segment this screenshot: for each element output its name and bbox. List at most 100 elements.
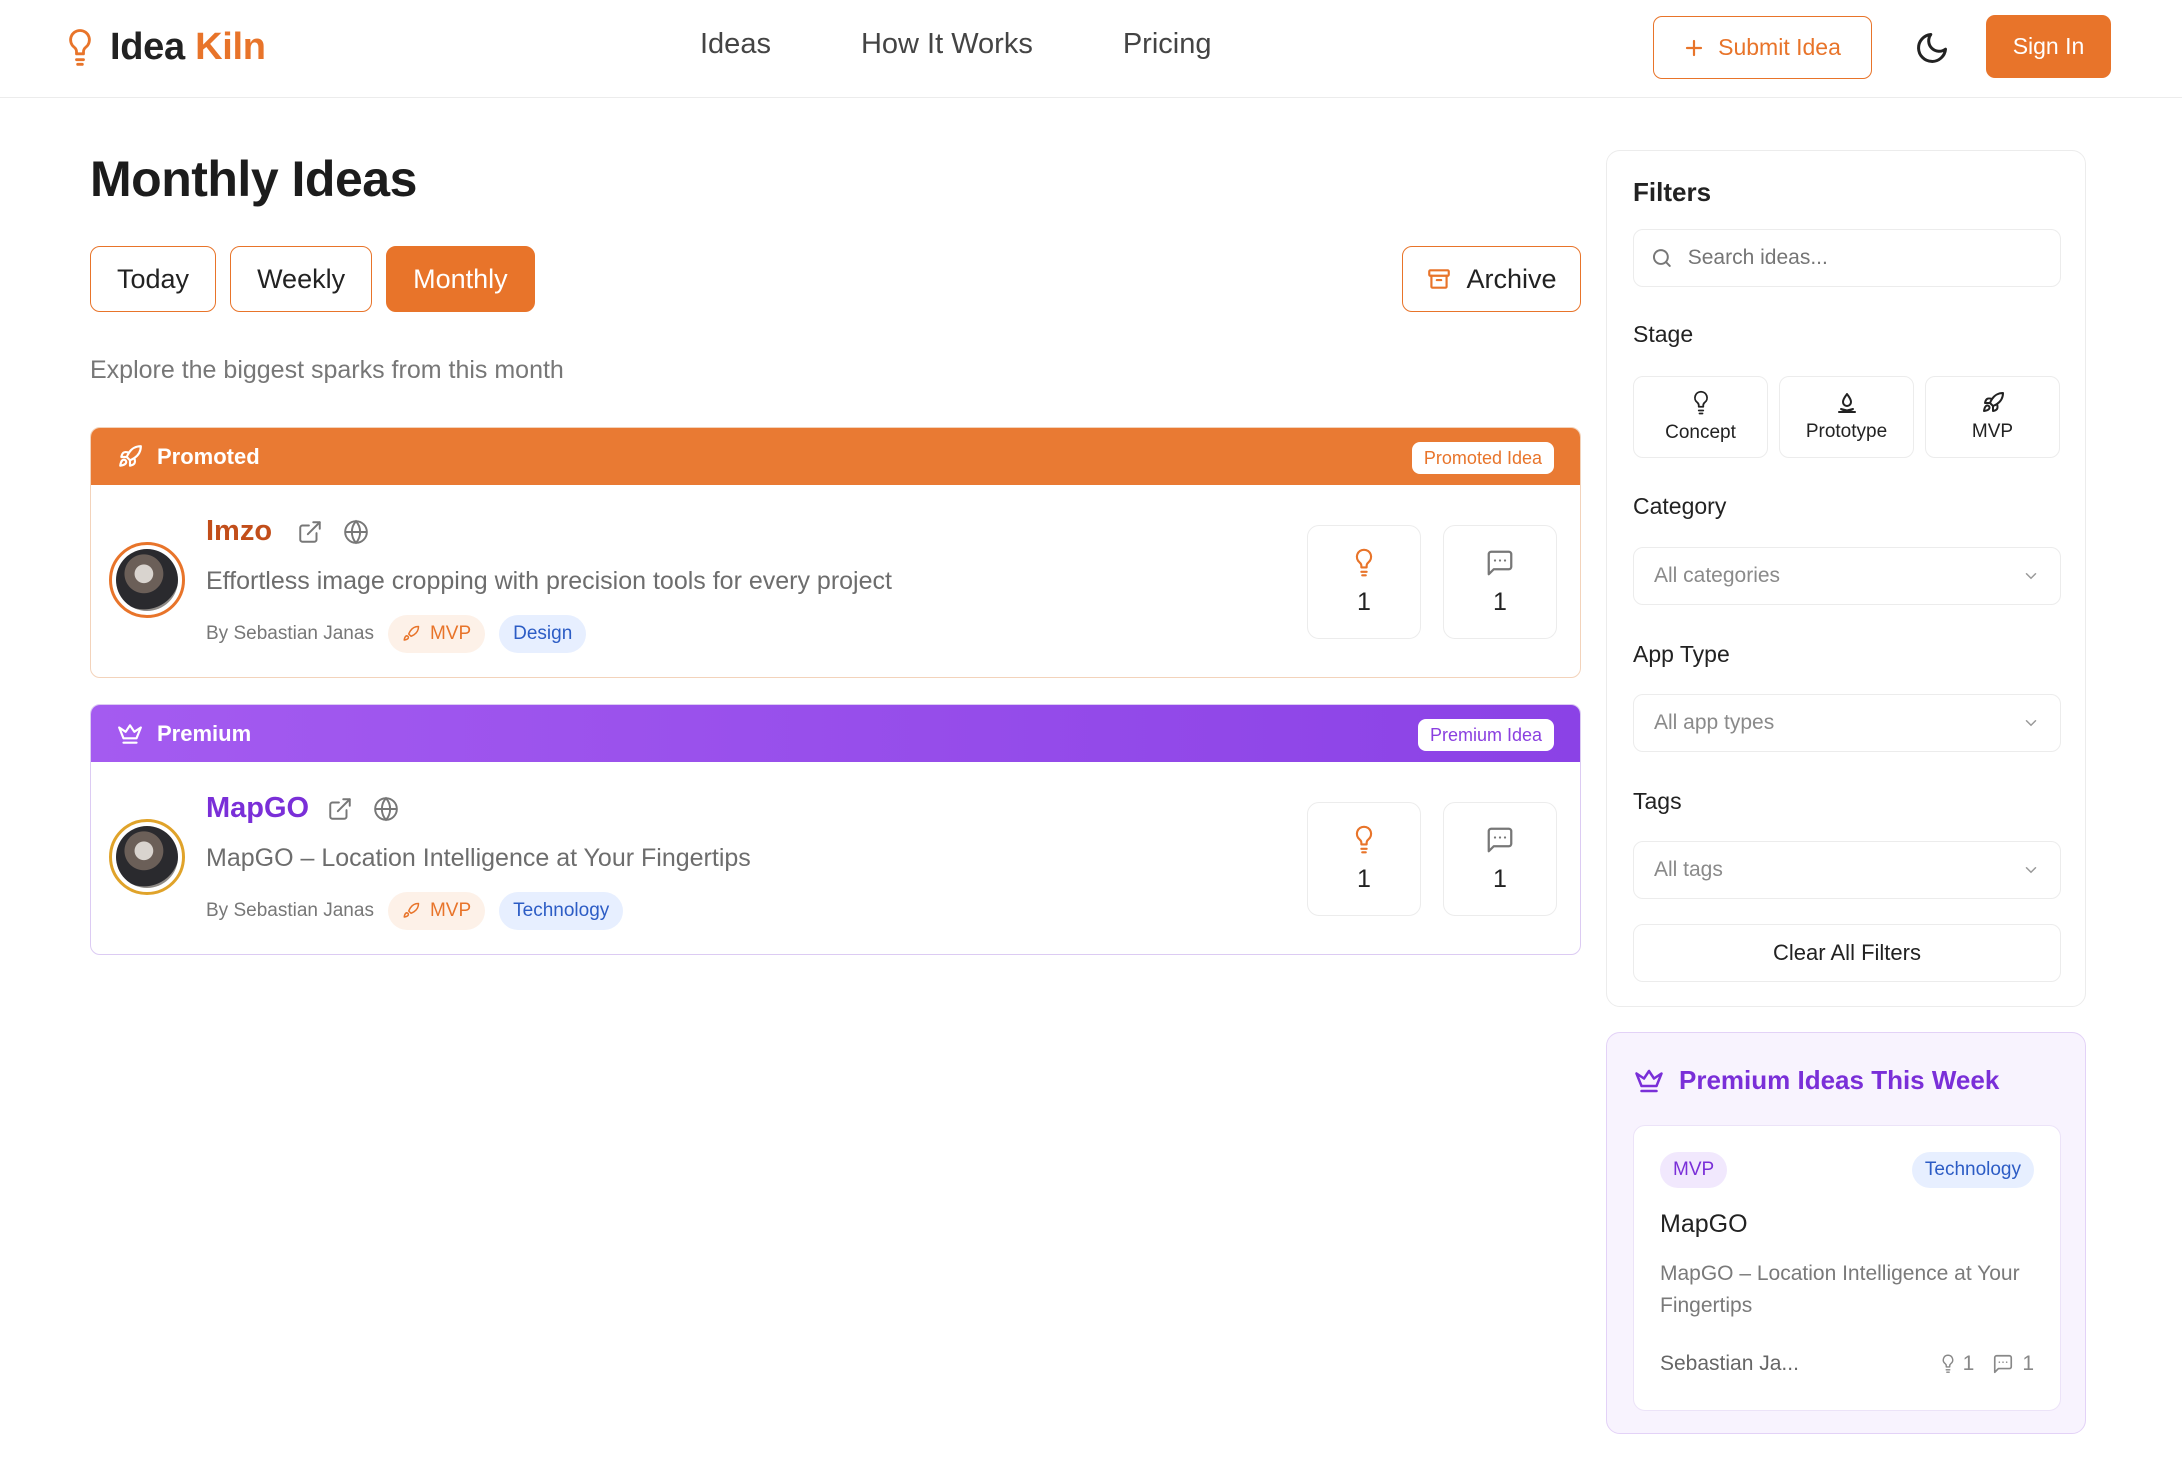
moon-icon	[1917, 33, 1947, 63]
comment-count: 1	[1493, 864, 1507, 893]
rocket-icon	[1982, 391, 2004, 412]
idea-title[interactable]: Imzo	[206, 515, 272, 548]
idea-stats: 1 1	[1941, 1352, 2034, 1376]
page-title: Monthly Ideas	[90, 151, 417, 207]
app-type-select[interactable]: All app types	[1633, 694, 2061, 752]
logo[interactable]: Idea Kiln	[66, 26, 266, 69]
chevron-down-icon	[2025, 867, 2037, 874]
plus-icon	[1686, 39, 1703, 56]
sign-in-button[interactable]: Sign In	[1986, 15, 2111, 78]
tab-today[interactable]: Today	[90, 246, 217, 312]
nav-pricing[interactable]: Pricing	[1123, 28, 1212, 61]
comment-icon	[1994, 1354, 2013, 1374]
idea-title[interactable]: MapGO	[206, 792, 309, 825]
lightbulb-icon	[1355, 548, 1373, 576]
logo-text: Idea Kiln	[110, 26, 266, 68]
idea-author: By Sebastian Janas	[206, 900, 374, 921]
category-select[interactable]: All categories	[1633, 547, 2061, 605]
idea-title[interactable]: MapGO	[1660, 1210, 1748, 1239]
crown-icon	[1635, 1069, 1663, 1092]
comments-button[interactable]: 1	[1443, 525, 1557, 639]
flask-icon	[1837, 393, 1856, 413]
chevron-down-icon	[2025, 720, 2037, 727]
stage-badge: MVP	[1660, 1152, 1728, 1188]
period-tabs: Today Weekly Monthly	[90, 246, 535, 312]
chevron-down-icon	[2025, 573, 2037, 580]
filters-title: Filters	[1633, 177, 1712, 207]
premium-idea-card[interactable]: MVP Technology MapGO MapGO – Location In…	[1633, 1125, 2061, 1411]
archive-button[interactable]: Archive	[1402, 246, 1581, 312]
promoted-band: Promoted Promoted Idea	[91, 428, 1580, 485]
avatar[interactable]	[109, 819, 185, 895]
upvote-count: 1	[1357, 864, 1371, 893]
idea-description: MapGO – Location Intelligence at Your Fi…	[1660, 1262, 2020, 1317]
premium-ideas-title: Premium Ideas This Week	[1633, 1065, 1999, 1096]
idea-meta: By Sebastian Janas MVP Technology	[206, 892, 624, 930]
idea-card-body: Imzo Effortless image cropping with prec…	[91, 485, 1580, 677]
search-icon	[1652, 249, 1671, 267]
upvote-button[interactable]: 1	[1307, 802, 1421, 916]
stage-badge: MVP	[387, 615, 486, 653]
lightbulb-icon	[69, 28, 91, 66]
tab-monthly[interactable]: Monthly	[386, 246, 535, 312]
category-badge: Technology	[499, 892, 624, 930]
premium-band: Premium Premium Idea	[91, 705, 1580, 762]
idea-card[interactable]: Promoted Promoted Idea Imzo Effortless i…	[90, 427, 1581, 678]
idea-card-body: MapGO MapGO – Location Intelligence at Y…	[91, 762, 1580, 954]
stage-mvp-button[interactable]: MVP	[1925, 376, 2060, 458]
stage-badge: MVP	[387, 892, 486, 930]
nav-how-it-works[interactable]: How It Works	[861, 28, 1033, 61]
external-link-icon[interactable]	[327, 796, 353, 822]
comments-button[interactable]: 1	[1443, 802, 1557, 916]
stage-prototype-button[interactable]: Prototype	[1779, 376, 1914, 458]
idea-description: MapGO – Location Intelligence at Your Fi…	[206, 844, 751, 872]
nav-ideas[interactable]: Ideas	[700, 28, 771, 61]
comment-count: 1	[1493, 587, 1507, 616]
premium-ideas-panel: Premium Ideas This Week MVP Technology M…	[1606, 1032, 2086, 1434]
idea-meta: By Sebastian Janas MVP Design	[206, 615, 587, 653]
idea-links	[297, 519, 369, 545]
search-input[interactable]	[1687, 246, 2044, 270]
stage-label: Stage	[1633, 321, 1694, 347]
category-label: Category	[1633, 493, 1727, 519]
stage-concept-button[interactable]: Concept	[1633, 376, 1768, 458]
idea-card[interactable]: Premium Premium Idea MapGO MapGO – Locat…	[90, 704, 1581, 955]
external-link-icon[interactable]	[297, 519, 323, 545]
idea-links	[327, 796, 399, 822]
tab-weekly[interactable]: Weekly	[230, 246, 373, 312]
rocket-icon	[403, 625, 420, 641]
comment-icon	[1487, 827, 1513, 852]
upvote-count: 1	[1357, 587, 1371, 616]
clear-filters-button[interactable]: Clear All Filters	[1633, 924, 2061, 982]
globe-icon[interactable]	[373, 796, 399, 822]
idea-description: Effortless image cropping with precision…	[206, 567, 892, 595]
upvote-count: 1	[1962, 1352, 1975, 1375]
crown-icon	[118, 723, 142, 744]
archive-icon	[1428, 269, 1451, 289]
globe-icon[interactable]	[343, 519, 369, 545]
lightbulb-icon	[1355, 825, 1373, 853]
promoted-badge: Promoted Idea	[1411, 442, 1554, 474]
filters-panel: Filters Stage Concept Prototype MVP Cate…	[1606, 150, 2086, 1007]
category-badge: Technology	[1911, 1152, 2034, 1188]
rocket-icon	[119, 444, 142, 467]
idea-author: By Sebastian Janas	[206, 623, 374, 644]
main-nav: Ideas How It Works Pricing	[700, 28, 1212, 61]
tags-select[interactable]: All tags	[1633, 841, 2061, 899]
stage-options: Concept Prototype MVP	[1633, 376, 2060, 458]
search-box[interactable]	[1633, 229, 2061, 287]
lightbulb-icon	[1693, 390, 1708, 415]
upvote-button[interactable]: 1	[1307, 525, 1421, 639]
tags-label: Tags	[1633, 788, 1682, 814]
submit-idea-button[interactable]: Submit Idea	[1653, 16, 1872, 79]
comment-count: 1	[2022, 1352, 2034, 1375]
theme-toggle-button[interactable]	[1908, 24, 1956, 72]
category-badge: Design	[499, 615, 587, 653]
app-type-label: App Type	[1633, 641, 1730, 667]
avatar[interactable]	[109, 542, 185, 618]
premium-badge: Premium Idea	[1417, 719, 1554, 751]
idea-author: Sebastian Ja...	[1660, 1352, 1799, 1375]
lightbulb-icon	[1942, 1354, 1953, 1373]
rocket-icon	[403, 902, 420, 918]
page-subtitle: Explore the biggest sparks from this mon…	[90, 356, 564, 384]
